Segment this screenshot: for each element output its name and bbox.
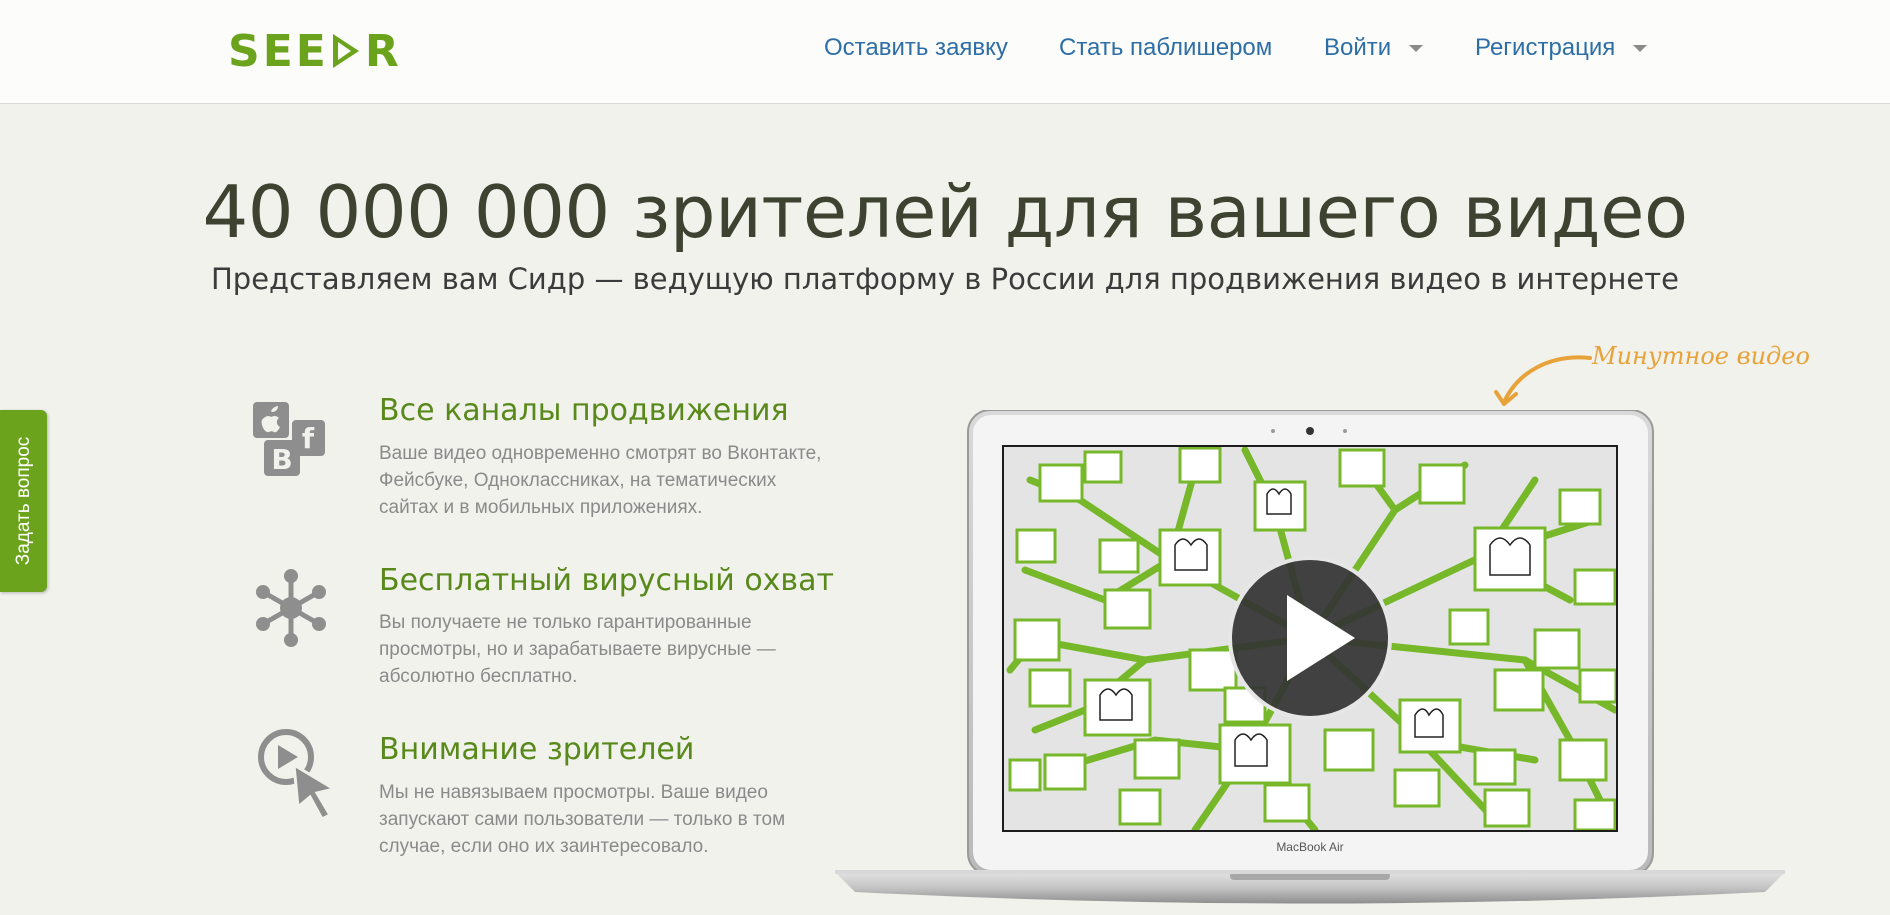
facebook-glyph: f <box>302 422 315 455</box>
laptop-video-player[interactable]: MacBook Air <box>835 410 1785 915</box>
nav-register-label: Регистрация <box>1475 34 1616 61</box>
play-button[interactable] <box>1228 556 1392 720</box>
feature-title: Внимание зрителей <box>379 732 695 767</box>
site-header: SEE R Оставить заявку Стать паблишером Во… <box>0 0 1890 104</box>
chevron-down-icon <box>1409 44 1424 52</box>
device-label: MacBook Air <box>1276 840 1343 854</box>
ask-question-tab[interactable]: Задать вопрос <box>0 410 47 592</box>
play-cursor-icon <box>258 729 338 821</box>
chevron-down-icon <box>1633 44 1648 52</box>
network-icon <box>256 569 326 647</box>
curved-arrow-icon <box>1494 355 1592 406</box>
nav-become-publisher-label: Стать паблишером <box>1059 34 1273 61</box>
main-nav: Оставить заявку Стать паблишером Войти Р… <box>0 34 1890 64</box>
feature-title: Бесплатный вирусный охват <box>379 563 834 598</box>
ask-question-label: Задать вопрос <box>12 436 34 566</box>
video-duration-note: Минутное видео <box>1592 342 1810 370</box>
page-subheadline: Представляем вам Сидр — ведущую платформ… <box>210 262 1679 296</box>
feature-text: Мы не навязываем просмотры. Ваше видео з… <box>379 782 786 857</box>
feature-text: Ваше видео одновременно смотрят во Вконт… <box>379 443 822 518</box>
nav-become-publisher[interactable]: Стать паблишером <box>1059 34 1272 62</box>
nav-login-label: Войти <box>1324 34 1392 61</box>
camera-dot <box>1306 427 1314 435</box>
page-headline: 40 000 000 зрителей для вашего видео <box>202 170 1689 254</box>
feature-title: Все каналы продвижения <box>379 393 789 428</box>
nav-login[interactable]: Войти <box>1324 34 1424 62</box>
social-channels-icon: f B <box>253 402 325 476</box>
nav-submit-request-label: Оставить заявку <box>824 34 1008 61</box>
feature-text: Вы получаете не только гарантированные п… <box>379 612 776 687</box>
vk-glyph: B <box>271 443 292 476</box>
nav-submit-request[interactable]: Оставить заявку <box>824 34 1008 62</box>
nav-register[interactable]: Регистрация <box>1475 34 1648 62</box>
